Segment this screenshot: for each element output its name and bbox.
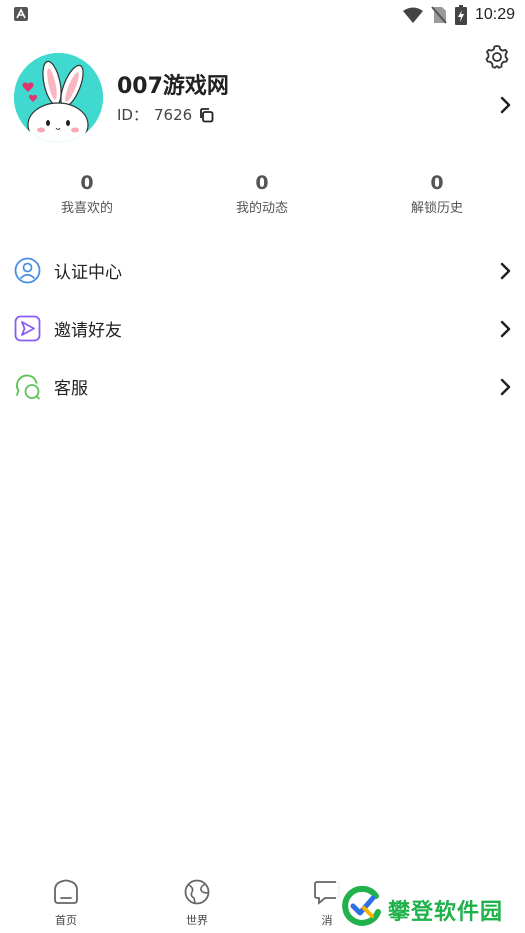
profile-id-label: ID： xyxy=(117,106,148,124)
battery-charging-icon xyxy=(454,5,467,25)
stat-liked-label: 我喜欢的 xyxy=(60,201,113,216)
watermark-text: 攀登软件园 xyxy=(388,900,504,925)
home-icon xyxy=(54,879,78,904)
status-time: 10:29 xyxy=(474,6,515,23)
copy-icon[interactable] xyxy=(198,107,214,123)
no-sim-icon xyxy=(431,6,447,24)
menu-item-verification-center[interactable]: 认证中心 xyxy=(0,245,525,295)
profile-id-value: 7626 xyxy=(153,105,193,124)
tab-label: 首页 xyxy=(55,914,77,927)
stat-liked-value: 0 xyxy=(80,172,94,194)
stat-posts[interactable]: 0 我的动态 xyxy=(202,170,322,218)
stat-unlock-history-label: 解锁历史 xyxy=(410,201,463,216)
user-circle-icon xyxy=(14,257,41,284)
stat-liked[interactable]: 0 我喜欢的 xyxy=(27,170,147,218)
menu-item-invite-friends[interactable]: 邀请好友 xyxy=(0,303,525,353)
stats-row: 0 我喜欢的 0 我的动态 0 解锁历史 xyxy=(0,170,525,226)
watermark: 攀登软件园 xyxy=(336,876,516,933)
chevron-right-icon xyxy=(500,262,511,280)
status-indicators: 10:29 xyxy=(402,4,515,26)
tab-home[interactable]: 首页 xyxy=(31,878,101,928)
tab-label: 世界 xyxy=(186,914,208,927)
app-notification-icon xyxy=(14,7,28,21)
profile-name: 007游戏网 xyxy=(117,74,229,99)
stat-unlock-history[interactable]: 0 解锁历史 xyxy=(377,170,497,218)
avatar[interactable] xyxy=(14,53,103,142)
chevron-right-icon xyxy=(500,320,511,338)
watermark-logo-icon xyxy=(342,885,381,926)
globe-icon xyxy=(184,879,210,905)
wifi-icon xyxy=(402,7,423,23)
menu-item-label: 认证中心 xyxy=(54,263,122,283)
chevron-right-icon xyxy=(500,378,511,396)
profile-id: ID： 7626 xyxy=(117,104,214,125)
status-bar: 10:29 xyxy=(0,0,525,30)
profile-chevron-right-icon[interactable] xyxy=(498,96,512,114)
settings-gear-icon[interactable] xyxy=(484,44,510,70)
menu-item-customer-service[interactable]: 客服 xyxy=(0,361,525,411)
stat-posts-value: 0 xyxy=(255,172,269,194)
menu-item-label: 客服 xyxy=(54,379,88,399)
menu-item-label: 邀请好友 xyxy=(54,321,122,341)
stat-unlock-history-value: 0 xyxy=(430,172,444,194)
send-icon xyxy=(14,315,41,342)
chat-bubbles-icon xyxy=(15,374,40,400)
tab-world[interactable]: 世界 xyxy=(162,878,232,928)
stat-posts-label: 我的动态 xyxy=(235,201,288,216)
